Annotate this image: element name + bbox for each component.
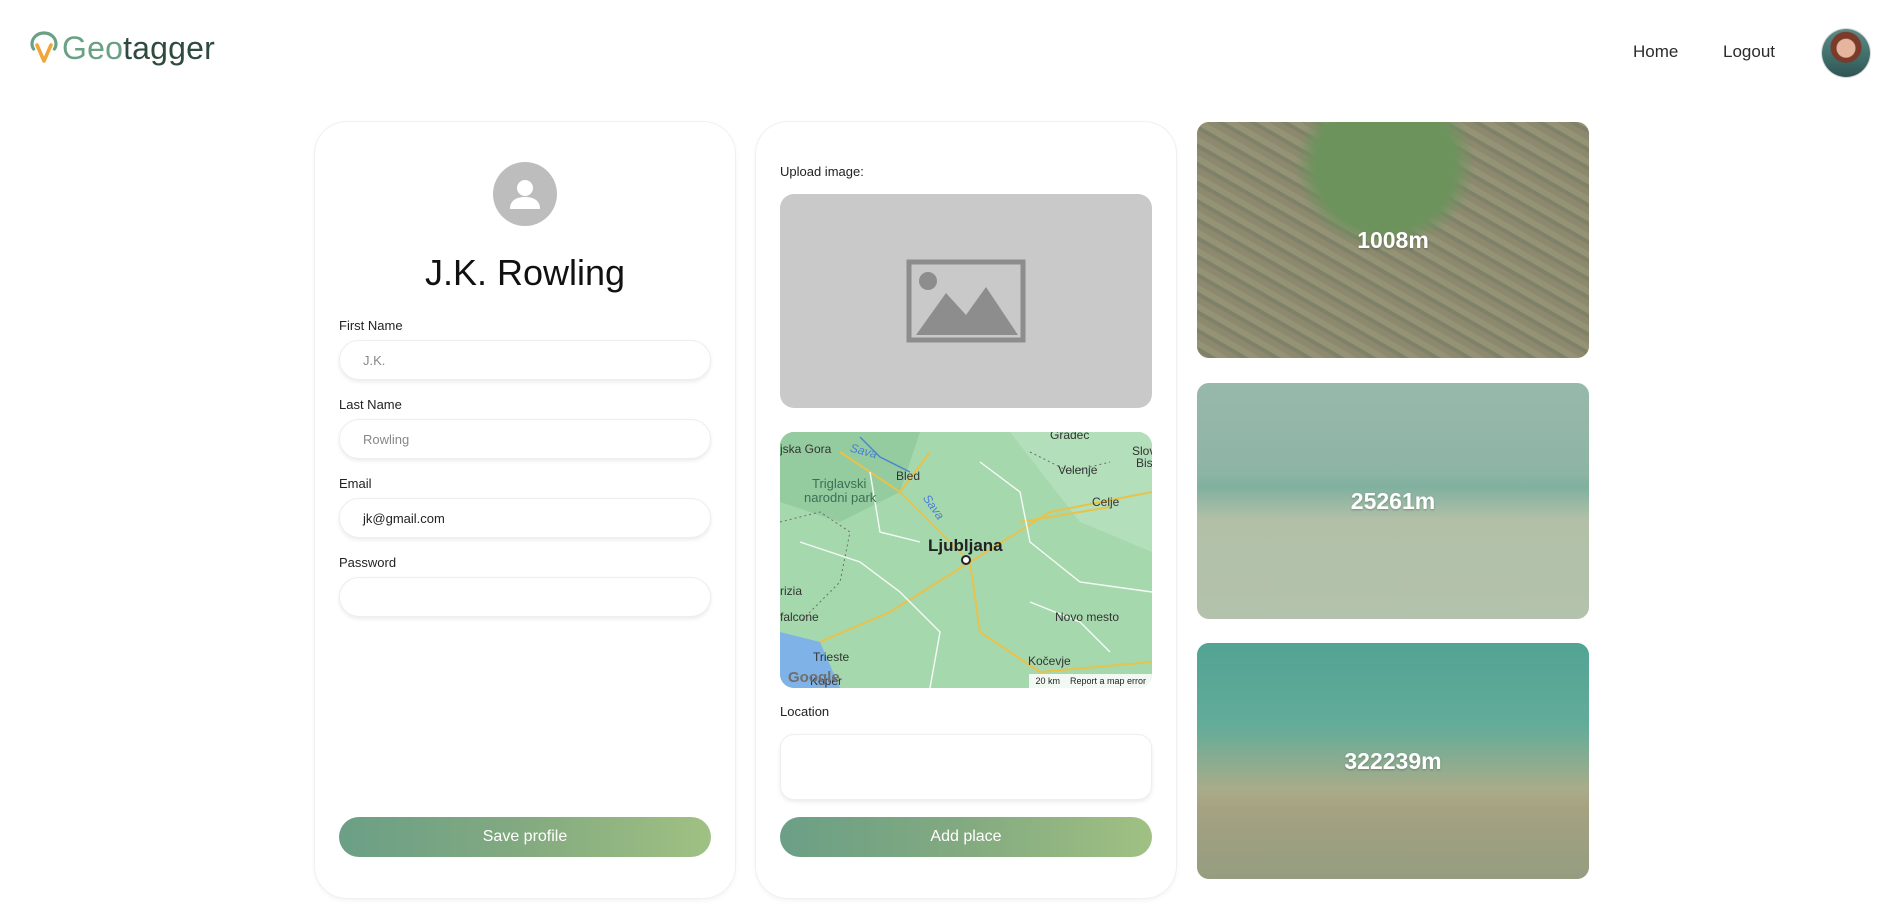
logo[interactable]: Geotagger (30, 30, 215, 67)
map-footer: 20 km Report a map error (1029, 674, 1152, 688)
email-value: jk@gmail.com (363, 510, 445, 526)
distance-label: 1008m (1357, 226, 1429, 253)
image-upload-area[interactable] (780, 194, 1152, 408)
google-logo: Google (788, 669, 840, 686)
map-label-novo-mesto: Novo mesto (1055, 610, 1120, 624)
map-label-gradec: Gradec (1050, 432, 1090, 442)
email-field[interactable]: jk@gmail.com (339, 498, 711, 538)
add-place-card: Upload image: Ljubljana Bled Triglavski … (756, 122, 1176, 898)
map-pin-icon (30, 30, 58, 63)
last-name-label: Last Name (339, 397, 402, 412)
map[interactable]: Ljubljana Bled Triglavski narodni park C… (780, 432, 1152, 688)
first-name-field[interactable]: J.K. (339, 340, 711, 380)
distance-label: 25261m (1350, 487, 1436, 514)
profile-card: J.K. Rowling First Name J.K. Last Name R… (315, 122, 735, 898)
map-label-trieste: Trieste (813, 650, 850, 664)
map-label-narodni-park: narodni park (804, 490, 877, 505)
user-icon (510, 180, 540, 209)
map-label-ljubljana: Ljubljana (928, 536, 1003, 555)
first-name-placeholder: J.K. (363, 352, 386, 368)
nav-home-link[interactable]: Home (1633, 42, 1678, 62)
location-label: Location (780, 704, 830, 719)
map-label-triglavski: Triglavski (812, 476, 867, 491)
location-card[interactable]: 322239m (1197, 643, 1589, 879)
last-name-field[interactable]: Rowling (339, 419, 711, 459)
logo-text: Geotagger (62, 30, 216, 66)
map-label-falcone: falcone (780, 610, 819, 624)
map-label-bis: Bis (1136, 456, 1152, 470)
password-field[interactable] (339, 577, 711, 617)
report-map-error-link[interactable]: Report a map error (1070, 676, 1146, 686)
profile-avatar[interactable] (493, 162, 557, 226)
first-name-label: First Name (339, 318, 403, 333)
distance-label: 322239m (1344, 747, 1442, 774)
map-scale: 20 km (1035, 676, 1060, 686)
map-label-velenje: Velenje (1058, 463, 1098, 477)
add-place-button[interactable]: Add place (780, 817, 1152, 857)
email-label: Email (339, 476, 372, 491)
last-name-placeholder: Rowling (363, 431, 410, 447)
map-label-kranjska-gora: jska Gora (780, 442, 832, 456)
nav-logout-link[interactable]: Logout (1723, 42, 1775, 62)
location-card[interactable]: 1008m (1197, 122, 1589, 358)
map-label-celje: Celje (1092, 495, 1120, 509)
save-profile-button[interactable]: Save profile (339, 817, 711, 857)
location-card[interactable]: 25261m (1197, 383, 1589, 619)
password-label: Password (339, 555, 397, 570)
map-label-gorizia: rizia (780, 584, 803, 598)
user-avatar[interactable] (1822, 29, 1870, 77)
map-label-kocevje: Kočevje (1028, 654, 1071, 668)
location-field[interactable] (780, 734, 1152, 800)
upload-label: Upload image: (780, 164, 864, 179)
map-label-bled: Bled (896, 469, 921, 483)
profile-name: J.K. Rowling (424, 252, 626, 293)
image-placeholder-icon (906, 259, 1026, 343)
